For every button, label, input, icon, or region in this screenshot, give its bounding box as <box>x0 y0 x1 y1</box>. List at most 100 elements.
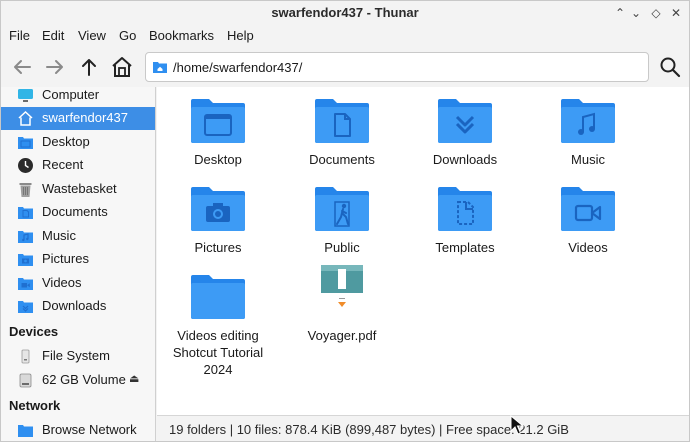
folder-icon <box>191 275 245 319</box>
mouse-cursor-icon <box>510 415 524 435</box>
forward-arrow-icon <box>46 60 63 74</box>
eject-icon[interactable]: ⏏ <box>129 372 139 385</box>
sidebar-item-browse-network[interactable]: Browse Network <box>1 419 155 441</box>
file-item-pictures[interactable]: Pictures <box>163 187 273 267</box>
back-button[interactable] <box>7 52 37 82</box>
window-title: swarfendor437 - Thunar <box>271 5 419 20</box>
public-folder-icon <box>315 187 369 231</box>
pictures-folder-icon <box>191 187 245 231</box>
pdf-thumbnail-icon <box>321 265 363 311</box>
sidebar-item-videos[interactable]: Videos <box>1 272 155 295</box>
home-folder-icon <box>153 62 167 73</box>
monitor-icon <box>18 89 33 102</box>
sidebar-header-devices: Devices <box>9 324 59 339</box>
file-name: Videos <box>568 240 608 255</box>
back-arrow-icon <box>14 60 31 74</box>
videos-folder-icon <box>18 278 33 290</box>
sidebar-item-music[interactable]: Music <box>1 225 155 248</box>
desktop-folder-icon <box>18 137 33 149</box>
downloads-folder-icon <box>18 301 33 313</box>
sidebar-item-label: Downloads <box>42 298 107 313</box>
sidebar-item-wastebasket[interactable]: Wastebasket <box>1 178 155 201</box>
forward-button[interactable] <box>40 52 70 82</box>
up-arrow-icon <box>82 59 96 76</box>
sidebar-item-label: Videos <box>42 275 82 290</box>
sidebar: Computer swarfendor437 Desktop Recent Wa… <box>1 87 156 441</box>
location-path[interactable]: /home/swarfendor437/ <box>173 60 302 75</box>
drive-icon <box>21 349 30 364</box>
menu-edit[interactable]: Edit <box>42 28 64 43</box>
file-name: Voyager.pdf <box>307 328 377 343</box>
templates-folder-icon <box>438 187 492 231</box>
status-bar: 19 folders | 10 files: 878.4 KiB (899,48… <box>157 415 689 441</box>
file-item-templates[interactable]: Templates <box>410 187 520 267</box>
sidebar-item-label: swarfendor437 <box>42 110 128 125</box>
home-icon <box>18 110 33 126</box>
status-text: 19 folders | 10 files: 878.4 KiB (899,48… <box>169 422 569 437</box>
close-icon[interactable]: ✕ <box>667 4 685 22</box>
search-icon <box>660 57 681 78</box>
sidebar-item-downloads[interactable]: Downloads <box>1 295 155 318</box>
sidebar-item-home[interactable]: swarfendor437 <box>1 107 155 130</box>
sidebar-item-file-system[interactable]: File System <box>1 345 155 368</box>
file-name: Public <box>324 240 360 255</box>
maximize-icon[interactable]: ◇ <box>647 4 665 22</box>
usb-drive-icon <box>19 373 32 388</box>
sidebar-item-label: Desktop <box>42 134 90 149</box>
sidebar-item-label: Browse Network <box>42 422 137 437</box>
pictures-folder-icon <box>18 254 33 266</box>
file-name: Pictures <box>194 240 242 255</box>
file-item-downloads[interactable]: Downloads <box>410 99 520 179</box>
file-item-music[interactable]: Music <box>533 99 643 179</box>
sidebar-item-computer[interactable]: Computer <box>1 87 155 107</box>
file-item-desktop[interactable]: Desktop <box>163 99 273 179</box>
trash-icon <box>19 183 32 197</box>
file-item-videos-editing[interactable]: Videos editing Shotcut Tutorial 2024 <box>163 275 273 385</box>
sidebar-item-documents[interactable]: Documents <box>1 201 155 224</box>
documents-folder-icon <box>18 207 33 219</box>
file-name: Videos editing Shotcut Tutorial 2024 <box>172 328 264 377</box>
home-icon <box>112 57 132 77</box>
file-name: Desktop <box>194 152 242 167</box>
toolbar: /home/swarfendor437/ <box>1 47 689 87</box>
location-bar[interactable]: /home/swarfendor437/ <box>145 52 649 82</box>
title-bar[interactable]: swarfendor437 - Thunar ⌃ ⌄ ◇ ✕ <box>1 1 689 25</box>
minimize-icon[interactable]: ⌄ <box>627 4 645 22</box>
sidebar-item-label: File System <box>42 348 110 363</box>
sidebar-header-network: Network <box>9 398 61 413</box>
music-folder-icon <box>561 99 615 143</box>
sidebar-item-volume[interactable]: 62 GB Volume ⏏ <box>1 369 155 392</box>
network-folder-icon <box>18 425 33 437</box>
sidebar-item-label: Wastebasket <box>42 181 117 196</box>
file-name: Downloads <box>432 152 498 167</box>
sidebar-item-label: Recent <box>42 157 84 172</box>
search-button[interactable] <box>655 52 685 82</box>
menu-view[interactable]: View <box>78 28 106 43</box>
file-view[interactable]: Desktop Documents Downloads Music Pictur… <box>157 87 689 415</box>
menu-bar: File Edit View Go Bookmarks Help <box>1 25 689 47</box>
menu-go[interactable]: Go <box>119 28 136 43</box>
home-button[interactable] <box>107 52 137 82</box>
menu-bookmarks[interactable]: Bookmarks <box>149 28 214 43</box>
file-name: Templates <box>435 240 495 255</box>
sidebar-item-pictures[interactable]: Pictures <box>1 248 155 271</box>
menu-help[interactable]: Help <box>227 28 254 43</box>
menu-file[interactable]: File <box>9 28 30 43</box>
sidebar-item-label: 62 GB Volume <box>42 372 126 387</box>
music-folder-icon <box>18 231 33 243</box>
file-name: Documents <box>309 152 375 167</box>
file-item-public[interactable]: Public <box>287 187 397 267</box>
clock-icon <box>18 158 33 173</box>
documents-folder-icon <box>315 99 369 143</box>
file-item-voyager-pdf[interactable]: Voyager.pdf <box>287 265 397 375</box>
desktop-folder-icon <box>191 99 245 143</box>
downloads-folder-icon <box>438 99 492 143</box>
sidebar-item-label: Documents <box>42 204 108 219</box>
sidebar-item-label: Pictures <box>42 251 89 266</box>
sidebar-item-desktop[interactable]: Desktop <box>1 131 155 154</box>
sidebar-item-label: Music <box>42 228 76 243</box>
sidebar-item-recent[interactable]: Recent <box>1 154 155 177</box>
up-button[interactable] <box>74 52 104 82</box>
file-item-documents[interactable]: Documents <box>287 99 397 179</box>
file-item-videos[interactable]: Videos <box>533 187 643 267</box>
